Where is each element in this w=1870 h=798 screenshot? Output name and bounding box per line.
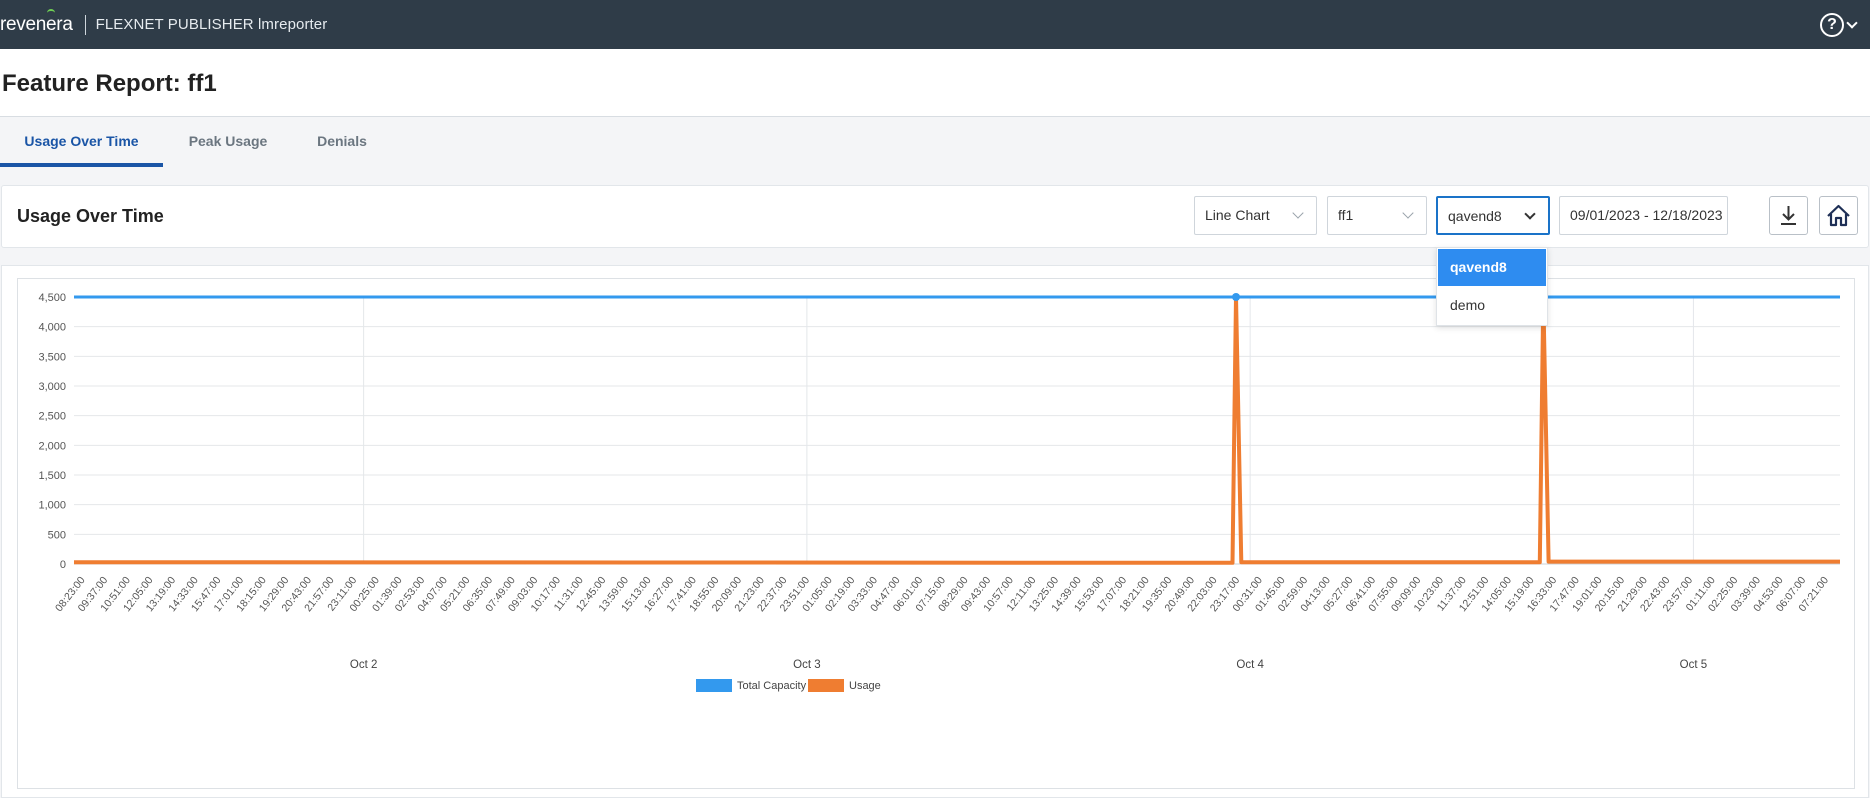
logo-accent: [47, 8, 55, 14]
date-label: Oct 2: [350, 659, 377, 671]
chevron-down-icon[interactable]: [1846, 17, 1858, 29]
vendor-option[interactable]: qavend8: [1438, 249, 1546, 286]
help-circle-icon[interactable]: ?: [1820, 13, 1844, 37]
y-tick-label: 2,000: [38, 440, 66, 452]
chart-type-value: Line Chart: [1205, 207, 1270, 223]
y-tick-label: 1,500: [38, 470, 66, 482]
y-tick-label: 3,000: [38, 381, 66, 393]
title-bar: Feature Report: ff1: [0, 49, 1870, 117]
date-range-input[interactable]: 09/01/2023 - 12/18/2023: [1559, 196, 1728, 235]
top-bar: revenera FLEXNET PUBLISHER lmreporter ?: [0, 0, 1870, 49]
feature-value: ff1: [1338, 207, 1354, 223]
y-tick-label: 500: [48, 529, 66, 541]
download-button[interactable]: [1769, 196, 1808, 235]
chart-area: 0 500 1,000 1,500 2,000 2,500 3,000 3,500 4,000 4…: [17, 278, 1855, 789]
logo-text: revenera: [0, 13, 73, 35]
chevron-down-icon: [1292, 207, 1304, 219]
home-button[interactable]: [1819, 196, 1858, 235]
tab-usage-over-time[interactable]: Usage Over Time: [0, 117, 163, 167]
legend-swatch-total-capacity: [696, 679, 732, 692]
page-title: Feature Report: ff1: [2, 70, 217, 97]
legend-swatch-usage: [808, 679, 844, 692]
y-tick-label: 4,500: [38, 292, 66, 304]
chart-type-select[interactable]: Line Chart: [1194, 196, 1317, 235]
date-label: Oct 4: [1236, 659, 1264, 671]
tab-peak-usage[interactable]: Peak Usage: [176, 117, 280, 167]
section-title: Usage Over Time: [17, 206, 164, 226]
toolbar-card: Usage Over Time Line Chart ff1 qavend8 0…: [1, 185, 1869, 248]
legend-label-usage: Usage: [849, 680, 881, 692]
date-range-value: 09/01/2023 - 12/18/2023: [1570, 207, 1723, 223]
y-tick-label: 4,000: [38, 322, 66, 334]
header-divider: [84, 14, 86, 35]
legend-label-total-capacity: Total Capacity: [737, 680, 807, 692]
date-label: Oct 3: [793, 659, 820, 671]
usage-series-line: [73, 295, 1840, 565]
chart-panel: 0 500 1,000 1,500 2,000 2,500 3,000 3,500 4,000 4…: [1, 265, 1869, 798]
home-icon: [1827, 204, 1850, 227]
total-capacity-point: [1232, 293, 1241, 301]
y-tick-label: 1,000: [38, 500, 66, 512]
chevron-down-icon: [1524, 208, 1536, 220]
help-menu[interactable]: ?: [1820, 13, 1858, 37]
vendor-select[interactable]: qavend8: [1436, 196, 1550, 235]
date-label: Oct 5: [1680, 659, 1707, 671]
vendor-option[interactable]: demo: [1438, 287, 1546, 324]
y-tick-label: 2,500: [38, 411, 66, 423]
y-tick-label: 0: [60, 559, 66, 571]
vendor-value: qavend8: [1448, 208, 1502, 224]
feature-select[interactable]: ff1: [1327, 196, 1427, 235]
product-name: FLEXNET PUBLISHER lmreporter: [95, 16, 328, 33]
vendor-dropdown: qavend8 demo: [1436, 247, 1548, 326]
chevron-down-icon: [1402, 207, 1414, 219]
usage-chart[interactable]: 0 500 1,000 1,500 2,000 2,500 3,000 3,500 4,000 4…: [18, 279, 1854, 788]
report-tabs: Usage Over Time Peak Usage Denials: [0, 117, 1870, 167]
download-icon: [1781, 206, 1796, 225]
revenera-logo[interactable]: revenera: [0, 8, 73, 36]
tab-denials[interactable]: Denials: [305, 117, 379, 167]
y-tick-label: 3,500: [38, 351, 66, 363]
